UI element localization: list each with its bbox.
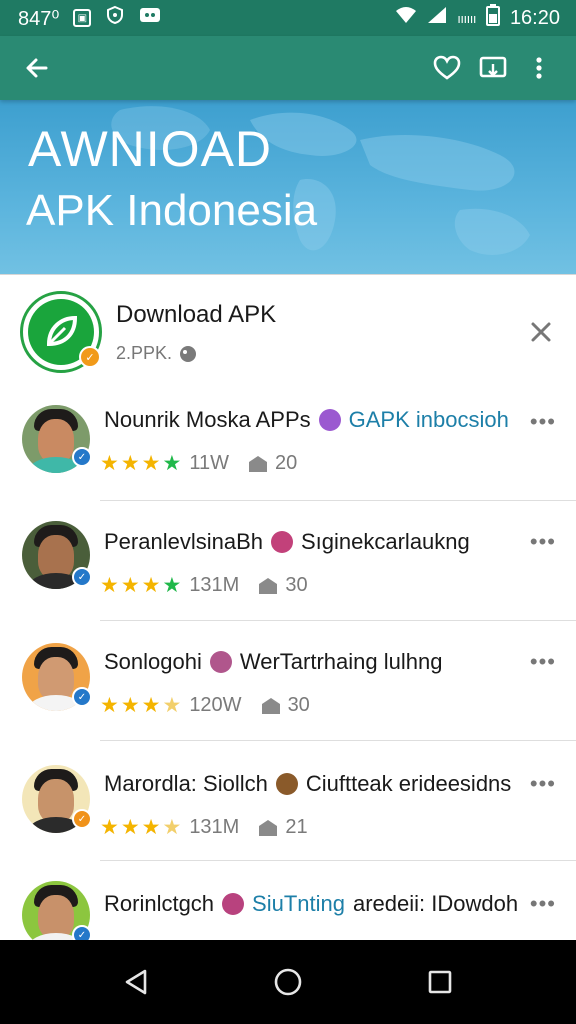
badge-icon [270,531,293,553]
badge-icon [275,773,298,795]
item-name: Nounrik Moska APPs [104,407,311,432]
star-rating: ★ ★ ★ ★ [100,694,182,717]
list-item[interactable]: ✓ Marordla: Siollch Ciuftteak erideesidn… [0,741,576,861]
rating-count: 131M [189,816,240,838]
item-tag[interactable]: Sıginekcarlaukng [301,529,470,555]
close-icon [531,322,551,342]
banner-title: AWNIOAD [28,121,273,177]
store-icon [257,818,279,838]
item-more-button[interactable]: ••• [530,529,556,555]
install-count: 21 [285,816,308,838]
star-rating: ★ ★ ★ ★ [100,452,182,475]
store-icon [257,576,279,596]
verified-icon: ✓ [72,687,92,707]
install-count: 30 [287,694,310,716]
star-rating: ★ ★ ★ ★ [100,574,182,597]
banner-subtitle: APK Indonesia [26,186,318,235]
back-button[interactable] [14,45,60,91]
rating-count: 11W [189,452,229,474]
star-rating: ★ ★ ★ ★ [100,816,182,839]
media-icon [139,6,161,30]
item-name: Sonlogohi [104,649,202,674]
item-name: PeranlevlsinaBh [104,529,263,554]
cast-icon [479,56,507,78]
item-tag[interactable]: GAPK inbocsioh [349,407,509,433]
list-item[interactable]: ✓ Nounrik Moska APPs GAPK inbocsioh ★ ★ ★ ★… [0,381,576,501]
hero-banner: AWNIOAD APK Indonesia [0,100,576,274]
circle-home-icon [274,968,302,996]
notification-icon: ▣ [73,9,92,27]
store-icon [247,454,269,474]
item-meta: ★ ★ ★ ★ 131M 30 [100,573,308,598]
verified-icon: ✓ [72,447,92,467]
badge-icon [318,409,341,431]
item-more-button[interactable]: ••• [530,409,556,435]
square-recents-icon [428,970,452,994]
item-title: PeranlevlsinaBh Sıginekcarlaukng [104,529,470,555]
item-title: Sonlogohi WerTartrhaing lulhng [104,649,442,675]
app-badge-icon: ✓ [79,346,101,368]
app-card: ✓ Download APK 2.PPK. ✓ Nounrik Moska AP… [0,274,576,941]
badge-icon [209,651,232,673]
rating-count: 120W [189,694,242,716]
wifi-icon [395,6,417,30]
app-header: ✓ Download APK 2.PPK. [0,289,576,389]
item-tag[interactable]: WerTartrhaing lulhng [240,649,443,675]
item-title: Marordla: Siollch Ciuftteak erideesidns [104,771,511,797]
status-bar: 847⁰ ▣ ıııııı 16:20 [0,0,576,36]
list-item[interactable]: ✓ Rorinlctgch SiuTnting aredeii: IDowdoh… [0,861,576,941]
item-title: Rorinlctgch SiuTnting aredeii: IDowdoh [104,891,518,917]
nav-home-button[interactable] [258,952,318,1012]
item-more-button[interactable]: ••• [530,771,556,797]
app-subtitle-text: 2.PPK. [116,343,173,363]
item-title: Nounrik Moska APPs GAPK inbocsioh [104,407,509,433]
item-meta: ★ ★ ★ ★ 131M 21 [100,815,308,840]
nav-recents-button[interactable] [410,952,470,1012]
verified-icon: ✓ [72,809,92,829]
favorite-button[interactable] [424,45,470,91]
verified-icon: ✓ [72,925,92,941]
item-more-button[interactable]: ••• [530,649,556,675]
item-tag-secondary[interactable]: aredeii: IDowdoh [353,891,518,917]
item-tag[interactable]: SiuTnting [252,891,345,917]
nav-back-button[interactable] [106,952,166,1012]
badge-icon [222,893,245,915]
more-vert-icon [536,57,542,79]
app-title: Download APK [116,301,277,328]
triangle-back-icon [125,969,147,995]
item-name: Rorinlctgch [104,891,215,916]
battery-icon [485,4,500,32]
item-tag[interactable]: Ciuftteak erideesidns [306,771,511,797]
install-count: 20 [274,452,298,474]
item-meta: ★ ★ ★ ★ 11W 20 [100,451,297,476]
shield-icon [105,5,125,31]
store-icon [260,696,282,716]
list-item[interactable]: ✓ PeranlevlsinaBh Sıginekcarlaukng ★ ★ ★ ★ … [0,501,576,621]
app-bar [0,36,576,100]
app-subtitle: 2.PPK. [116,343,198,364]
verified-icon: ✓ [72,567,92,587]
item-meta: ★ ★ ★ ★ 120W 30 [100,693,310,718]
app-logo[interactable]: ✓ [20,291,102,373]
network-label: ıııııı [457,10,476,26]
more-options-button[interactable] [516,45,562,91]
cast-button[interactable] [470,45,516,91]
clock: 16:20 [509,6,560,29]
item-name: Marordla: Siollch [104,771,268,796]
list-item[interactable]: ✓ Sonlogohi WerTartrhaing lulhng ★ ★ ★ ★ 12… [0,621,576,741]
navigation-bar [0,940,576,1024]
heart-icon [433,55,461,80]
status-left-text: 847⁰ [18,7,60,30]
leaf-icon [46,315,78,347]
install-count: 30 [285,574,308,596]
close-button[interactable] [524,315,558,349]
arrow-left-icon [26,58,48,78]
rating-count: 131M [189,574,240,596]
item-more-button[interactable]: ••• [530,891,556,917]
tag-icon [180,345,197,362]
signal-icon [427,6,447,30]
